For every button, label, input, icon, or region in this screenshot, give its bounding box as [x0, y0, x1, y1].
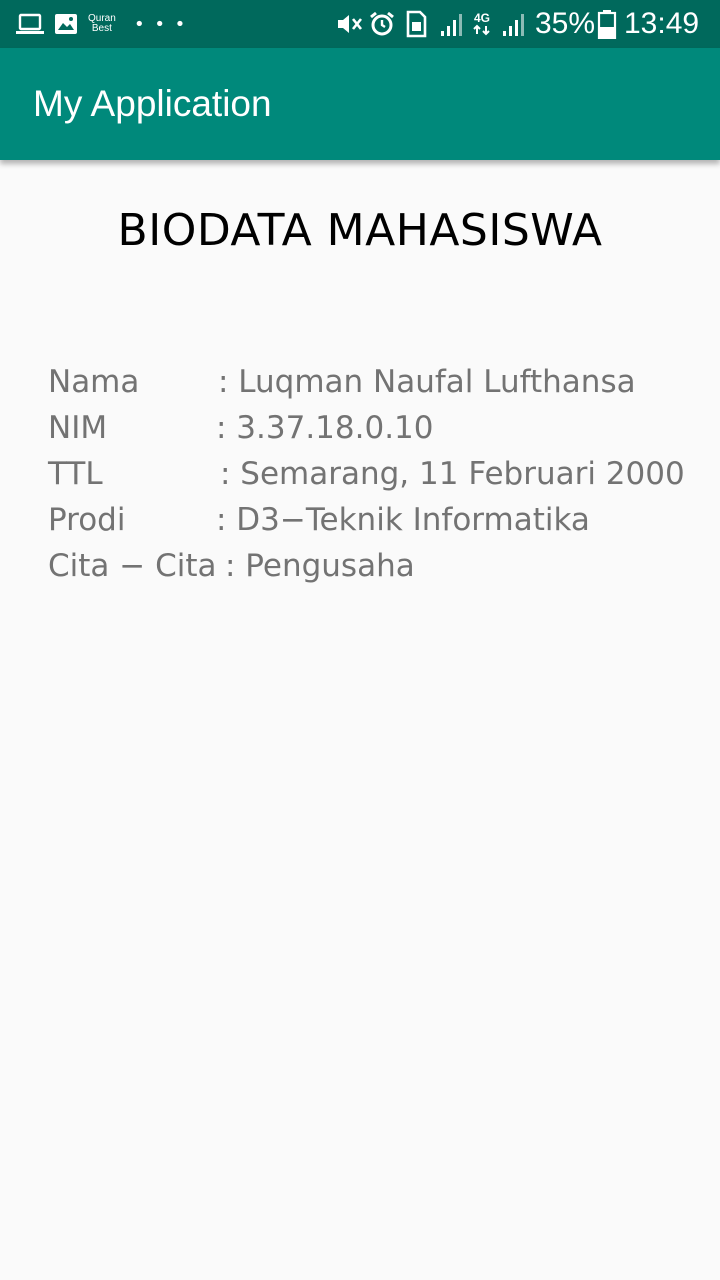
quran-best-line2: Best	[91, 23, 112, 34]
mute-icon	[336, 0, 364, 48]
more-dots-icon: • • •	[134, 13, 188, 35]
biodata-value: : Semarang, 11 Februari 2000	[220, 456, 685, 492]
4g-icon: 4G	[472, 0, 492, 48]
biodata-value: : D3−Teknik Informatika	[216, 502, 590, 538]
biodata-value: : 3.37.18.0.10	[216, 410, 434, 446]
clock-time: 13:49	[624, 7, 700, 40]
signal-icon	[440, 0, 466, 48]
biodata-label: TTL	[48, 456, 103, 492]
laptop-icon	[16, 0, 44, 48]
battery-icon	[597, 0, 617, 48]
app-title: My Application	[33, 83, 272, 124]
biodata-label: NIM	[48, 410, 108, 446]
biodata-value: : Luqman Naufal Lufthansa	[218, 364, 636, 400]
alarm-icon	[368, 0, 396, 48]
status-bar: Quran Best • • • 4G 35% 13:49	[0, 0, 720, 48]
biodata-label: Cita − Cita	[48, 548, 217, 584]
network-type-label: 4G	[473, 11, 490, 25]
biodata-value: : Pengusaha	[225, 548, 415, 584]
biodata-label: Nama	[48, 364, 140, 400]
biodata-label: Prodi	[48, 502, 126, 538]
quran-best-icon: Quran Best	[88, 0, 116, 48]
battery-percent: 35%	[535, 7, 596, 40]
page-heading: BIODATA MAHASISWA	[117, 205, 603, 256]
sim-icon	[404, 0, 428, 48]
image-icon	[54, 0, 78, 48]
signal-icon	[502, 0, 528, 48]
app-bar: My Application	[0, 48, 720, 160]
